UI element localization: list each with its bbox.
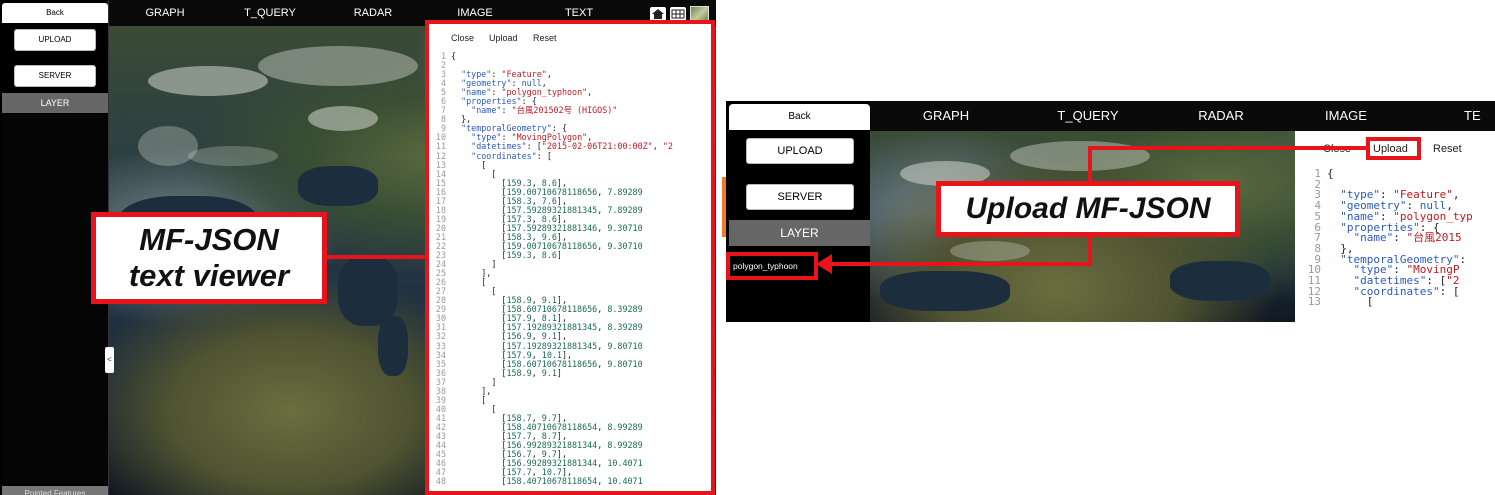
tab-image[interactable]: IMAGE bbox=[1311, 101, 1381, 131]
upload-callout: Upload MF-JSON bbox=[936, 181, 1240, 237]
callout-connector bbox=[325, 255, 427, 259]
tab-t-query[interactable]: T_QUERY bbox=[235, 0, 305, 26]
line-number: 13 bbox=[1307, 295, 1321, 309]
collapse-sidebar-button[interactable]: < bbox=[105, 347, 114, 373]
json-line: [ bbox=[1327, 295, 1374, 309]
viewer-highlight-box bbox=[425, 20, 715, 495]
back-button[interactable]: Back bbox=[2, 3, 108, 23]
home-icon[interactable] bbox=[650, 7, 666, 21]
callout-line-2: text viewer bbox=[128, 258, 290, 293]
json-code[interactable]: { "type": "Feature", "geometry": null, "… bbox=[1327, 169, 1495, 319]
sidebar bbox=[726, 101, 870, 322]
pointed-features-header[interactable]: Pointed Features bbox=[2, 486, 108, 495]
connector-bottom bbox=[828, 262, 1092, 266]
server-button[interactable]: SERVER bbox=[746, 184, 854, 210]
callout-line-1: MF-JSON bbox=[139, 222, 279, 257]
grid-icon[interactable] bbox=[670, 7, 686, 21]
back-button[interactable]: Back bbox=[729, 104, 870, 130]
upload-button[interactable]: UPLOAD bbox=[746, 138, 854, 164]
json-line: { bbox=[1327, 169, 1334, 180]
upload-button[interactable]: UPLOAD bbox=[14, 29, 96, 51]
server-button[interactable]: SERVER bbox=[14, 65, 96, 87]
tab-t-query[interactable]: T_QUERY bbox=[1048, 101, 1128, 131]
tab-graph[interactable]: GRAPH bbox=[911, 101, 981, 131]
tab-radar[interactable]: RADAR bbox=[1186, 101, 1256, 131]
layer-header: LAYER bbox=[729, 220, 870, 246]
callout-text: Upload MF-JSON bbox=[965, 192, 1211, 225]
tab-graph[interactable]: GRAPH bbox=[130, 0, 200, 26]
tab-text[interactable]: TE bbox=[1464, 101, 1495, 131]
upload-highlight-box bbox=[1366, 137, 1421, 160]
right-screenshot: GRAPH T_QUERY RADAR IMAGE TE Back UPLOAD… bbox=[726, 101, 1495, 322]
line-numbers: 1 2 3 4 5 6 7 8 9 10 11 12 13 bbox=[1297, 168, 1321, 309]
left-screenshot: GRAPH T_QUERY RADAR IMAGE TEXT Back UPLO… bbox=[0, 0, 716, 495]
tab-radar[interactable]: RADAR bbox=[338, 0, 408, 26]
arrow-head-icon bbox=[816, 254, 832, 274]
connector-top bbox=[1088, 146, 1368, 150]
text-viewer-callout: MF-JSON text viewer bbox=[91, 212, 327, 304]
layer-header: LAYER bbox=[2, 93, 108, 113]
reset-button[interactable]: Reset bbox=[1433, 143, 1462, 155]
layer-item-highlight bbox=[726, 252, 818, 280]
